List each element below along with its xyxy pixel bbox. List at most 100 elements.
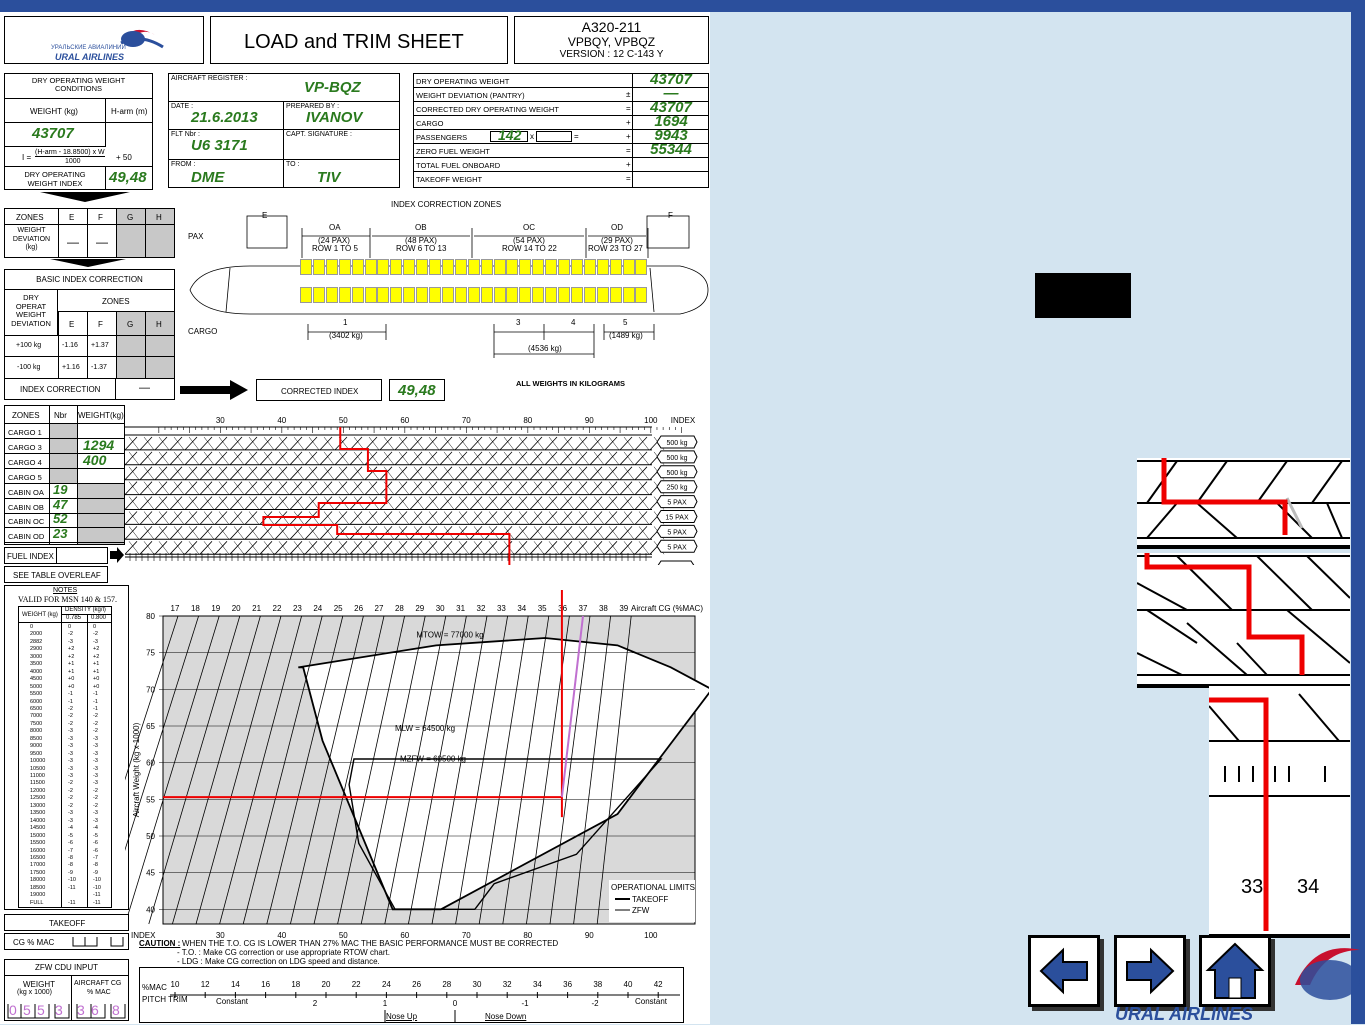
fuel-index-cell: -2 [93, 787, 98, 794]
hatch-line [364, 526, 378, 540]
hatch-line [394, 451, 408, 466]
forward-button[interactable] [1114, 935, 1186, 1007]
pitch-mac-tick: 16 [261, 980, 270, 989]
hatch-line [184, 466, 198, 480]
hatch-line [544, 436, 558, 451]
back-button[interactable] [1028, 935, 1100, 1007]
pitch-mac-tick: 42 [654, 980, 663, 989]
step-label: 5 PAX [667, 529, 687, 536]
seat [377, 259, 390, 275]
zone-oa-rows: ROW 1 TO 5 [312, 244, 358, 253]
hatch-line [274, 451, 288, 466]
home-button[interactable] [1199, 935, 1271, 1007]
hatch-line [229, 466, 243, 480]
hatch-line [274, 526, 288, 540]
fuel-weight-cell: 18000 [30, 877, 46, 884]
seat [622, 259, 635, 275]
step-label: 5 PAX [667, 500, 687, 507]
mac-tick: 28 [395, 604, 404, 613]
hatch-line [139, 541, 153, 555]
hatch-line [199, 466, 213, 480]
seat [609, 287, 622, 303]
fuel-index-cell: -5 [68, 832, 73, 839]
fuel-index-cell: -3 [93, 773, 98, 779]
fuel-index-cell: -2 [68, 631, 73, 638]
hatch-line [214, 526, 228, 540]
zone-oc-rows: ROW 14 TO 22 [502, 244, 557, 253]
fuel-weight-cell: 8000 [30, 728, 43, 735]
hatch-line [184, 511, 198, 525]
hatch-line [634, 496, 648, 510]
hatch-line [125, 481, 138, 495]
fuel-weight-cell: 17500 [30, 869, 46, 876]
airline-logo-icon [1295, 948, 1360, 1000]
hatch-line [394, 466, 408, 480]
zone-ob-name: OB [415, 223, 427, 232]
home-icon [1205, 942, 1265, 999]
seat [622, 287, 635, 303]
takeoff-box: TAKEOFF [4, 914, 129, 931]
fuel-index-cell: -10 [93, 877, 101, 884]
fuel-index-cell: -9 [93, 869, 98, 876]
mac-tick: 27 [375, 604, 384, 613]
hatch-line [529, 451, 543, 466]
hatch-line [394, 526, 408, 540]
right-arrow-icon [180, 380, 248, 400]
top-frame-bar [0, 0, 1365, 12]
hatch-line [409, 511, 423, 525]
hatch-line [499, 436, 513, 451]
correction-f-plus: +1.37 [91, 342, 109, 349]
seat [429, 287, 441, 303]
limit-label: MLW = 64500 kg [395, 724, 455, 733]
fuel-index-cell: +2 [68, 646, 75, 653]
hatch-line [184, 451, 198, 466]
hatch-line [469, 511, 483, 525]
corrected-index-value-box: 49,48 [389, 379, 445, 401]
pitch-mac-tick: 22 [352, 980, 361, 989]
doi-label-2: WEIGHT INDEX [27, 179, 83, 188]
weight-deviation-label: WEIGHT [17, 227, 46, 234]
hatch-line [214, 496, 228, 510]
weight-kg-label: WEIGHT (kg) [30, 107, 78, 116]
zone-ob-rows: ROW 6 TO 13 [396, 244, 447, 253]
weight-row-sign: + [626, 132, 631, 141]
fuel-index-label: FUEL INDEX [7, 552, 54, 561]
index-tick: 100 [644, 416, 658, 425]
hatch-line [259, 541, 273, 555]
hatch-line [289, 496, 303, 510]
fuel-index-cell: -8 [68, 862, 73, 869]
hatch-line [364, 436, 378, 451]
hatch-line [574, 436, 588, 451]
zone-nbr: 52 [53, 511, 68, 527]
hatch-line [469, 436, 483, 451]
fuel-index-cell: -2 [68, 802, 73, 809]
hatch-line [125, 511, 138, 525]
hatch-line [589, 481, 603, 495]
title-box: LOAD and TRIM SHEET [210, 16, 508, 64]
see-table-label: SEE TABLE OVERLEAF [13, 571, 101, 580]
pitch-trim-value: 1 [383, 999, 388, 1008]
forward-arrow-icon [1126, 947, 1175, 995]
fuel-weight-cell: 17000 [30, 862, 46, 869]
hatch-line [469, 526, 483, 540]
hatch-line [334, 451, 348, 466]
footer-brand: URAL AIRLINES [1115, 1004, 1254, 1024]
fuel-index-cell: -3 [93, 817, 98, 824]
weight-row-label: ZERO FUEL WEIGHT [416, 147, 490, 156]
zone-nbr: 19 [53, 481, 68, 497]
seat [325, 287, 338, 303]
fuel-index-cell: -2 [68, 713, 73, 720]
hatch-line [154, 466, 168, 480]
hatch-line [529, 511, 543, 525]
hatch-line [259, 436, 273, 451]
dow-conditions-subtitle: CONDITIONS [54, 84, 103, 93]
zone-od-name: OD [611, 223, 623, 232]
mac-tick: 23 [293, 604, 302, 613]
sheet-title: LOAD and TRIM SHEET [244, 31, 464, 53]
fuel-index-cell: -3 [68, 638, 73, 645]
hatch-line [514, 436, 528, 451]
fuel-index-cell: -2 [93, 802, 98, 809]
hatch-line [169, 481, 183, 495]
fuel-index-cell: -3 [68, 817, 73, 824]
zone-nbr: 23 [53, 526, 68, 542]
